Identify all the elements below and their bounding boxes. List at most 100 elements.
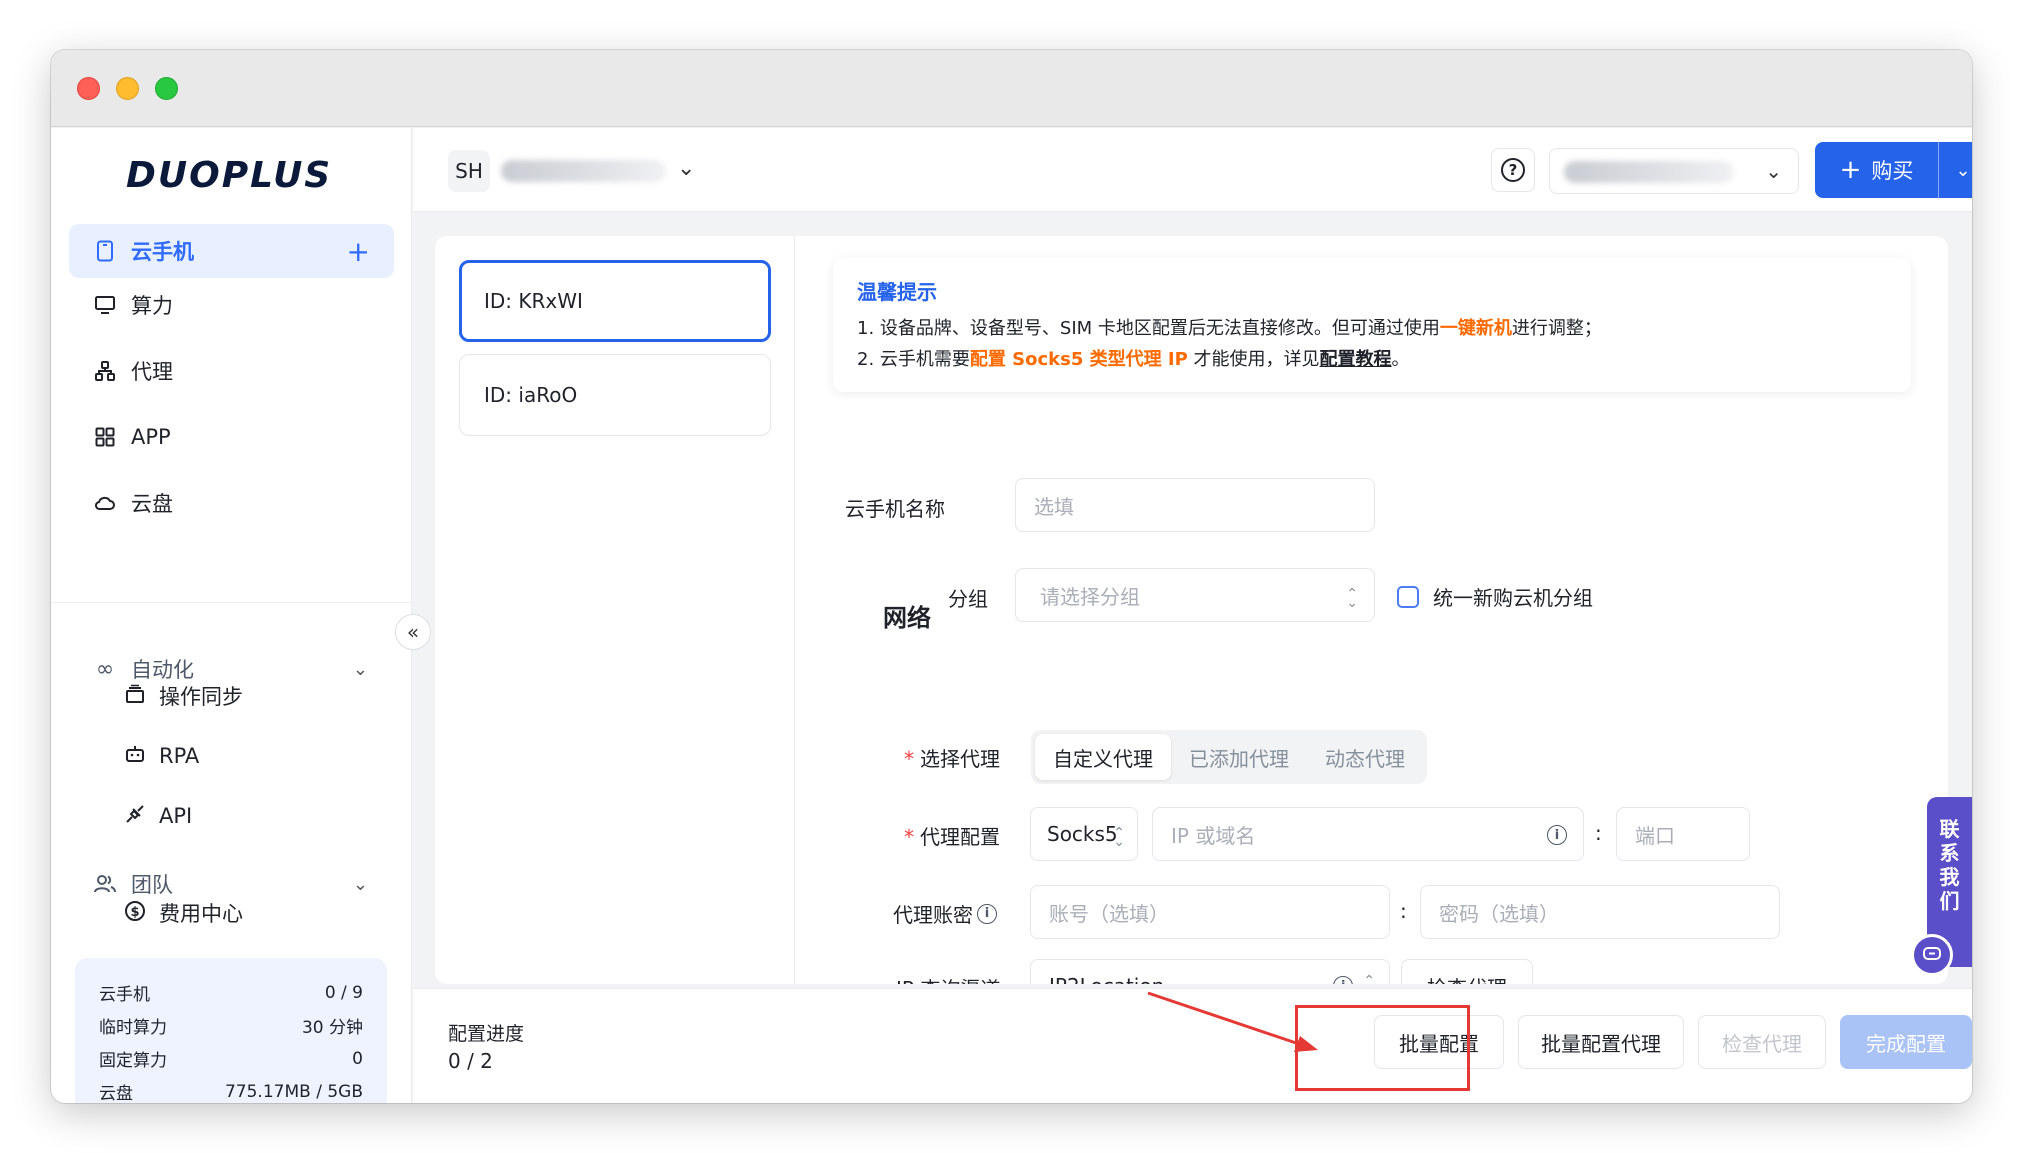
- sidebar-item-app[interactable]: APP: [69, 410, 394, 464]
- config-tutorial-link[interactable]: 配置教程: [1320, 349, 1392, 370]
- chevron-down-icon: ⌄: [352, 658, 368, 680]
- monitor-icon: [93, 293, 117, 317]
- svg-text:$: $: [130, 905, 139, 920]
- contact-char: 我: [1939, 865, 1960, 889]
- sidebar-item-billing[interactable]: $ 费用中心: [123, 893, 243, 933]
- contact-char: 联: [1939, 817, 1960, 841]
- colon-separator: :: [1595, 821, 1602, 845]
- tips-line-2: 2. 云手机需要配置 Socks5 类型代理 IP 才能使用，详见配置教程。: [857, 344, 1887, 375]
- phone-name-input[interactable]: 选填: [1015, 478, 1375, 532]
- add-phone-icon[interactable]: +: [347, 235, 370, 268]
- double-chevron-left-icon: «: [406, 620, 420, 644]
- contact-char: 系: [1939, 841, 1960, 865]
- title-bar: [51, 50, 1972, 127]
- unified-group-checkbox[interactable]: 统一新购云机分组: [1397, 582, 1593, 611]
- sidebar-item-cloud-phone[interactable]: 云手机 +: [69, 224, 394, 278]
- infinity-icon: ∞: [95, 656, 115, 682]
- top-header: SH ⌄ ? ⌄ + 购买 ⌄: [413, 128, 1972, 212]
- proxy-password-input[interactable]: 密码（选填）: [1420, 885, 1780, 939]
- sidebar-sub-label: API: [159, 804, 193, 828]
- sidebar-item-compute[interactable]: 算力: [69, 278, 394, 332]
- tips-text: 才能使用，详见: [1187, 349, 1320, 370]
- tab-custom-proxy[interactable]: 自定义代理: [1035, 734, 1171, 780]
- sidebar-item-sync[interactable]: 操作同步: [123, 676, 243, 716]
- close-window-button[interactable]: [77, 77, 100, 100]
- chevron-down-icon[interactable]: ⌄: [677, 156, 695, 181]
- stat-row: 固定算力 0: [99, 1042, 363, 1075]
- phone-icon: [93, 239, 117, 263]
- one-click-new-device-link[interactable]: 一键新机: [1440, 318, 1512, 339]
- info-icon[interactable]: i: [1547, 823, 1567, 846]
- colon-separator: :: [1400, 899, 1407, 923]
- updown-icon: ⌃⌄: [1363, 973, 1375, 984]
- proxy-port-input[interactable]: 端口: [1616, 807, 1750, 861]
- users-icon: [93, 872, 117, 896]
- device-card[interactable]: ID: iaRoO: [459, 354, 771, 436]
- buy-main-button[interactable]: + 购买: [1815, 142, 1939, 198]
- account-selector[interactable]: ⌄: [1549, 148, 1799, 194]
- sidebar-item-label: APP: [131, 425, 171, 449]
- stat-value: 0 / 9: [324, 982, 363, 1003]
- proxy-host-input[interactable]: IP 或域名 i: [1152, 807, 1584, 861]
- buy-button[interactable]: + 购买 ⌄: [1815, 142, 1972, 198]
- sidebar-sub-label: RPA: [159, 744, 200, 768]
- minimize-window-button[interactable]: [116, 77, 139, 100]
- checkbox-label: 统一新购云机分组: [1433, 586, 1593, 610]
- proxy-username-input[interactable]: 账号（选填）: [1030, 885, 1390, 939]
- info-icon[interactable]: i: [1333, 976, 1354, 984]
- sidebar-item-cloud-drive[interactable]: 云盘: [69, 476, 394, 530]
- tips-text: 进行调整；: [1511, 318, 1602, 339]
- phone-name-label: 云手机名称: [845, 497, 945, 521]
- usage-stats-card: 云手机 0 / 9 临时算力 30 分钟 固定算力 0 云盘 775.17MB …: [75, 958, 387, 1103]
- checkbox[interactable]: [1397, 585, 1419, 608]
- sidebar-item-label: 云手机: [131, 240, 194, 264]
- tab-added-proxy[interactable]: 已添加代理: [1171, 734, 1307, 780]
- grid-icon: [93, 425, 117, 449]
- proxy-account-label: 代理账密 i: [893, 899, 997, 928]
- stat-row: 云手机 0 / 9: [99, 976, 363, 1009]
- app-window: DUOPLUS 云手机 + 算力 代理 APP 云盘 ∞ 自动化 ⌄ 操作同步 …: [51, 50, 1972, 1103]
- sidebar-sub-label: 费用中心: [159, 902, 243, 926]
- batch-proxy-button[interactable]: 批量配置代理: [1518, 1015, 1684, 1069]
- required-mark: *: [904, 747, 914, 771]
- placeholder: 选填: [1034, 494, 1074, 519]
- stat-value: 775.17MB / 5GB: [224, 1081, 363, 1102]
- check-proxy-button[interactable]: 检查代理: [1698, 1015, 1826, 1069]
- sidebar-item-api[interactable]: API: [123, 796, 192, 836]
- tips-text: 1. 设备品牌、设备型号、SIM 卡地区配置后无法直接修改。但可通过使用: [857, 318, 1440, 339]
- sidebar-divider: [51, 602, 412, 603]
- maximize-window-button[interactable]: [155, 77, 178, 100]
- network-section-title: 网络: [883, 604, 931, 632]
- group-select[interactable]: 请选择分组 ⌃ ⌄: [1015, 568, 1375, 622]
- stat-value: 30 分钟: [301, 1018, 363, 1038]
- account-name-redacted: [1564, 161, 1734, 183]
- ip-channel-select[interactable]: IP2Location i ⌃⌄: [1030, 959, 1390, 984]
- info-icon[interactable]: i: [977, 903, 997, 924]
- tab-dynamic-proxy[interactable]: 动态代理: [1307, 734, 1423, 780]
- plug-icon: [123, 803, 147, 830]
- config-panel: ID: KRxWI ID: iaRoO 温馨提示 1. 设备品牌、设备型号、SI…: [435, 236, 1948, 984]
- proxy-protocol-select[interactable]: Socks5 ⌃ ⌄: [1030, 807, 1138, 861]
- help-icon: ?: [1501, 158, 1525, 182]
- device-card[interactable]: ID: KRxWI: [459, 260, 771, 342]
- group-label: 分组: [948, 587, 988, 611]
- check-proxy-inline-button[interactable]: 检查代理: [1401, 959, 1533, 984]
- proxy-type-tabs: 自定义代理 已添加代理 动态代理: [1031, 730, 1427, 784]
- tips-highlight: 配置 Socks5 类型代理 IP: [969, 349, 1188, 370]
- team-name-redacted: [501, 160, 666, 182]
- device-list: ID: KRxWI ID: iaRoO: [435, 236, 795, 984]
- dollar-icon: $: [123, 900, 147, 927]
- updown-icon: ⌃⌄: [1346, 586, 1358, 611]
- help-button[interactable]: ?: [1491, 148, 1535, 192]
- finish-config-button[interactable]: 完成配置: [1840, 1015, 1972, 1069]
- cloud-icon: [93, 491, 117, 515]
- sidebar-sub-label: 操作同步: [159, 685, 243, 709]
- sidebar-item-rpa[interactable]: RPA: [123, 736, 199, 776]
- proxy-select-label: * 选择代理: [904, 743, 1000, 772]
- sidebar-item-proxy[interactable]: 代理: [69, 344, 394, 398]
- buy-dropdown-button[interactable]: ⌄: [1939, 160, 1972, 181]
- tips-box: 温馨提示 1. 设备品牌、设备型号、SIM 卡地区配置后无法直接修改。但可通过使…: [833, 258, 1911, 392]
- chat-bubble-icon[interactable]: [1911, 934, 1953, 976]
- team-badge: SH: [448, 150, 490, 192]
- collapse-sidebar-button[interactable]: «: [395, 614, 431, 650]
